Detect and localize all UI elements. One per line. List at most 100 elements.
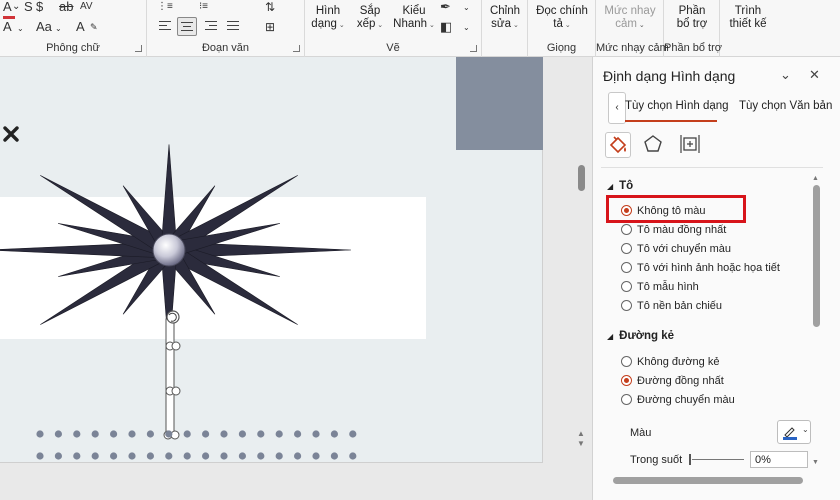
text-direction-icon[interactable]: ⇅ bbox=[265, 0, 275, 14]
shape-outline-icon[interactable]: ◧ bbox=[440, 20, 452, 34]
stem-shape bbox=[165, 318, 175, 438]
dot-pattern-dot bbox=[312, 430, 320, 438]
change-case-icon[interactable]: Aa bbox=[36, 20, 52, 34]
align-center-icon[interactable] bbox=[177, 17, 197, 36]
radio-solid-line[interactable]: Đường đồng nhất bbox=[621, 374, 724, 391]
radio-button bbox=[621, 242, 632, 254]
clear-format-icon[interactable]: A bbox=[76, 20, 85, 34]
dot-pattern-dot bbox=[36, 430, 44, 438]
underline-icon[interactable]: ⌄ bbox=[12, 0, 20, 14]
transparency-label: Trong suốt bbox=[630, 454, 683, 466]
paragraph-group-label: Đoạn văn bbox=[201, 42, 250, 54]
scroll-up-icon[interactable]: ▲ bbox=[812, 175, 819, 182]
radio-gradient-fill[interactable]: Tô với chuyển màu bbox=[621, 242, 731, 259]
font-dialog-launcher[interactable] bbox=[135, 45, 142, 52]
dropdown-chevron-icon[interactable]: ⌄ bbox=[55, 22, 62, 36]
char-spacing-icon[interactable]: AV bbox=[80, 0, 93, 14]
collapse-triangle-icon: ◢ bbox=[607, 182, 614, 191]
tab-text-options[interactable]: Tùy chọn Văn bản bbox=[739, 100, 832, 112]
scroll-up-icon[interactable]: ▲ bbox=[577, 429, 585, 438]
dot-pattern-dot bbox=[54, 430, 63, 438]
size-properties-tab[interactable] bbox=[678, 132, 704, 158]
pane-scrollbar[interactable] bbox=[813, 185, 820, 327]
align-right-icon[interactable] bbox=[205, 20, 219, 33]
align-left-icon[interactable] bbox=[159, 20, 173, 33]
dropdown-chevron-icon[interactable]: ⌄ bbox=[463, 21, 470, 35]
dot-pattern-dot bbox=[238, 452, 246, 460]
scroll-down-icon[interactable]: ▼ bbox=[577, 439, 585, 448]
justify-icon[interactable] bbox=[227, 20, 241, 33]
collapse-pane-button[interactable]: ‹ bbox=[608, 92, 626, 124]
scroll-down-icon[interactable]: ▼ bbox=[812, 459, 819, 466]
radio-pattern-fill[interactable]: Tô mẫu hình bbox=[621, 280, 699, 297]
draw-dialog-launcher[interactable] bbox=[470, 45, 477, 52]
dot-pattern-dot bbox=[330, 430, 338, 438]
starburst-shape[interactable] bbox=[0, 57, 543, 463]
radio-no-fill[interactable]: Không tô màu bbox=[621, 204, 706, 221]
pen-color-icon bbox=[783, 427, 797, 440]
color-label: Màu bbox=[630, 427, 652, 439]
dropdown-chevron-icon[interactable]: ⌄ bbox=[463, 1, 470, 15]
strikethrough-icon[interactable]: ab bbox=[59, 0, 73, 14]
pane-title: Định dạng Hình dạng bbox=[603, 68, 736, 84]
radio-picture-fill[interactable]: Tô với hình ảnh hoặc họa tiết bbox=[621, 261, 780, 278]
shape-fill-icon[interactable]: ✒ bbox=[440, 0, 451, 14]
slide[interactable] bbox=[0, 57, 543, 463]
text-highlight-icon[interactable]: A bbox=[3, 20, 12, 34]
paragraph-group: ⋮≡ ⁝≡ ⇅ ⊞ Đoạn văn bbox=[147, 0, 305, 57]
line-section-header[interactable]: ◢ Đường kẻ bbox=[607, 330, 674, 342]
bullets-icon[interactable]: ⋮≡ bbox=[157, 0, 173, 14]
quick-styles-button[interactable]: Kiểu Nhanh ⌄ bbox=[391, 5, 437, 32]
canvas-scrollbar[interactable] bbox=[578, 165, 585, 191]
dot-pattern-dot bbox=[349, 452, 357, 460]
shadow-icon[interactable]: S bbox=[24, 0, 33, 14]
dot-pattern-dot bbox=[257, 430, 265, 438]
pane-horizontal-scrollbar[interactable] bbox=[613, 477, 803, 484]
fill-line-tab[interactable] bbox=[605, 132, 631, 158]
dot-pattern-dot bbox=[275, 430, 283, 438]
transparency-input[interactable] bbox=[750, 451, 808, 468]
dot-pattern-dot bbox=[330, 452, 338, 460]
designer-button[interactable]: Trình thiết kế bbox=[722, 5, 774, 31]
effects-tab[interactable] bbox=[641, 132, 667, 158]
dropdown-chevron-icon[interactable]: ⌄ bbox=[17, 22, 24, 36]
addins-button[interactable]: Phần bổ trợ bbox=[666, 5, 718, 31]
numbering-icon[interactable]: ⁝≡ bbox=[199, 0, 208, 14]
dot-pattern-dot bbox=[128, 430, 136, 438]
dot-pattern-dot bbox=[294, 452, 302, 460]
radio-solid-fill[interactable]: Tô màu đồng nhất bbox=[621, 223, 726, 240]
chevron-down-icon[interactable]: ⌄ bbox=[780, 67, 791, 83]
dot-pattern-dot bbox=[73, 430, 81, 438]
radio-button bbox=[621, 355, 632, 367]
font-size-icon[interactable]: ✎ bbox=[90, 20, 98, 34]
dot-pattern-dot bbox=[312, 452, 320, 460]
arrange-button[interactable]: Sắp xếp ⌄ bbox=[353, 5, 387, 32]
transparency-slider-thumb[interactable] bbox=[689, 454, 691, 465]
editing-group: Chỉnh sửa ⌄ bbox=[482, 0, 528, 57]
radio-slide-background-fill[interactable]: Tô nền bản chiếu bbox=[621, 299, 722, 316]
pentagon-icon bbox=[644, 135, 662, 152]
addins-group-label: Phần bổ trợ bbox=[664, 42, 722, 54]
dictate-button[interactable]: Đọc chính tả ⌄ bbox=[530, 5, 594, 32]
radio-gradient-line[interactable]: Đường chuyển màu bbox=[621, 393, 735, 410]
close-icon[interactable]: ✕ bbox=[809, 67, 820, 83]
transparency-slider-track[interactable] bbox=[692, 459, 744, 460]
radio-no-line[interactable]: Không đường kẻ bbox=[621, 355, 719, 372]
radio-button bbox=[621, 280, 632, 292]
dot-pattern-dot bbox=[54, 452, 63, 460]
dollar-icon[interactable]: $ bbox=[36, 0, 43, 14]
shapes-button[interactable]: Hình dạng ⌄ bbox=[310, 5, 346, 32]
resize-handle bbox=[171, 341, 181, 351]
align-text-icon[interactable]: ⊞ bbox=[265, 20, 275, 34]
editing-button[interactable]: Chỉnh sửa ⌄ bbox=[484, 5, 526, 32]
dot-pattern-dot bbox=[146, 430, 154, 438]
active-tab-underline bbox=[625, 120, 717, 122]
format-shape-pane: Định dạng Hình dạng ⌄ ✕ ‹ Tùy chọn Hình … bbox=[592, 57, 840, 500]
fill-section-header[interactable]: ◢ Tô bbox=[607, 180, 633, 192]
tab-shape-options[interactable]: Tùy chọn Hình dạng bbox=[625, 100, 729, 112]
paragraph-dialog-launcher[interactable] bbox=[293, 45, 300, 52]
addins-group: Phần bổ trợ Phần bổ trợ bbox=[664, 0, 722, 57]
font-color-icon[interactable]: A bbox=[3, 0, 12, 14]
line-color-picker[interactable]: ⌄ bbox=[777, 420, 811, 444]
font-group-label: Phông chữ bbox=[46, 42, 100, 54]
